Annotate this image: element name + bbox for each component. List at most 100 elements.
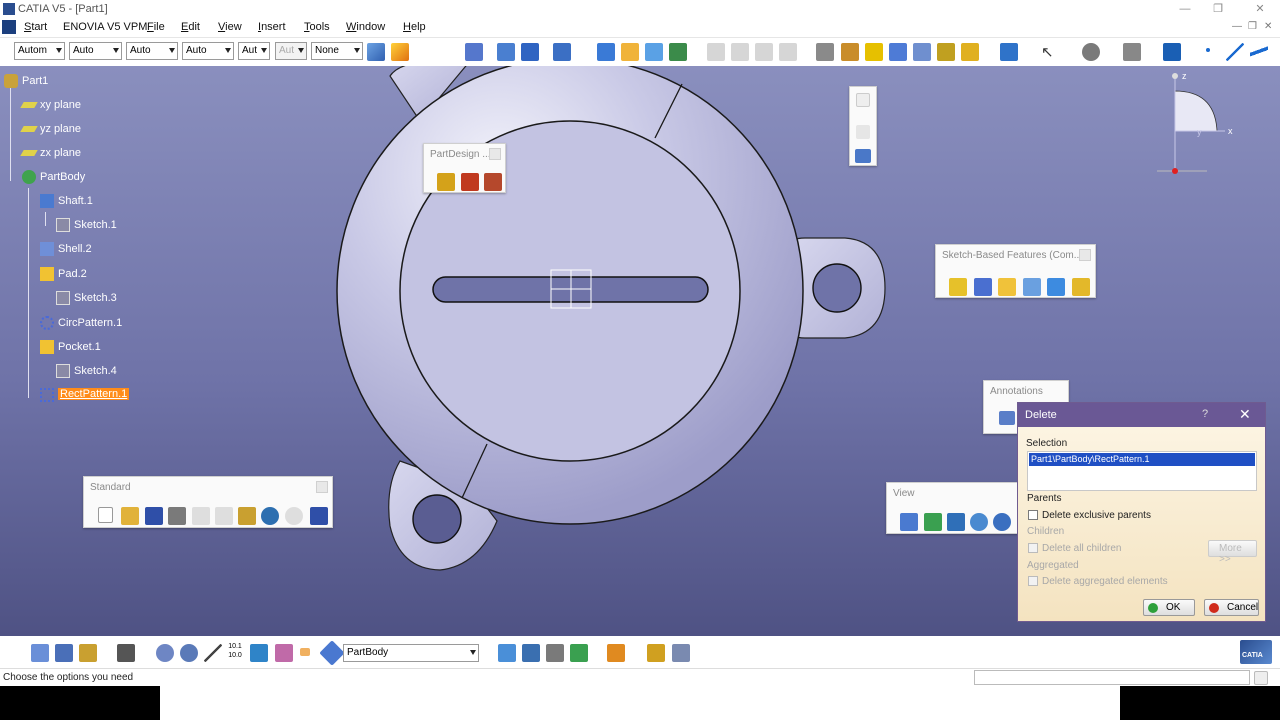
select-arrow-icon[interactable]: ↖	[1041, 43, 1059, 61]
save-icon[interactable]	[145, 507, 163, 525]
hide-show-icon[interactable]	[250, 644, 268, 662]
close-icon[interactable]: ✕	[1250, 2, 1270, 16]
layer-combo[interactable]: Aut	[275, 42, 307, 60]
minimize-icon[interactable]: —	[1175, 2, 1195, 16]
pattern-tool-icon[interactable]	[546, 644, 564, 662]
transparency-combo[interactable]: Auto	[69, 42, 122, 60]
settings-gear-icon[interactable]	[1082, 43, 1100, 61]
stiffener-feature-icon[interactable]	[1047, 278, 1065, 296]
menu-insert[interactable]: Insert	[258, 21, 286, 33]
box-icon[interactable]	[841, 43, 859, 61]
open-file-icon[interactable]	[121, 507, 139, 525]
sketch-solving-icon[interactable]	[55, 644, 73, 662]
rotate-icon[interactable]	[970, 513, 988, 531]
scale-icon[interactable]: 10.1 10.0	[225, 642, 245, 660]
shaft-feature-icon[interactable]	[974, 278, 992, 296]
measure-between-icon[interactable]	[647, 644, 665, 662]
sketch-edit-icon[interactable]	[1123, 43, 1141, 61]
normal-view-icon[interactable]	[156, 644, 174, 662]
annotation-text-icon[interactable]	[999, 411, 1015, 425]
zoom-in-icon[interactable]	[993, 513, 1011, 531]
swap-visible-icon[interactable]	[275, 644, 293, 662]
doc-close-icon[interactable]: ✕	[1264, 21, 1272, 32]
define-in-work-object-icon[interactable]	[319, 640, 345, 666]
assembly-icon[interactable]	[461, 173, 479, 191]
measure-item-icon[interactable]	[672, 644, 690, 662]
axis-system-icon[interactable]	[204, 644, 222, 662]
color-combo[interactable]: Autom	[14, 42, 65, 60]
paste-icon[interactable]	[238, 507, 256, 525]
boolean-icon[interactable]	[816, 43, 834, 61]
doc-restore-icon[interactable]: ❐	[1248, 21, 1257, 32]
target-icon[interactable]	[937, 43, 955, 61]
capture-icon[interactable]	[117, 644, 135, 662]
snap-icon[interactable]	[553, 43, 571, 61]
toolbar-close-button[interactable]	[489, 148, 501, 160]
grid-icon[interactable]	[521, 43, 539, 61]
line-thickness-combo[interactable]: Auto	[126, 42, 178, 60]
lock-icon[interactable]	[79, 644, 97, 662]
sketch-analysis-icon[interactable]	[31, 644, 49, 662]
knowledge-icon[interactable]	[1163, 43, 1181, 61]
undo-icon[interactable]	[261, 507, 279, 525]
sketch-tool-icon[interactable]	[855, 149, 871, 163]
menu-enovia[interactable]: ENOVIA V5 VPM	[63, 21, 147, 33]
dialog-title-bar[interactable]: Delete ? ✕	[1018, 403, 1265, 427]
menu-edit[interactable]: Edit	[181, 21, 200, 33]
menu-view[interactable]: View	[218, 21, 242, 33]
new-file-icon[interactable]	[98, 507, 113, 523]
menu-file[interactable]: File	[147, 21, 165, 33]
pad-feature-icon[interactable]	[949, 278, 967, 296]
painter-icon[interactable]	[367, 43, 385, 61]
sketcher-icon[interactable]	[497, 43, 515, 61]
pad-icon[interactable]	[597, 43, 615, 61]
more-button[interactable]: More >>	[1208, 540, 1257, 565]
pattern-icon[interactable]	[913, 43, 931, 61]
command-input[interactable]	[974, 670, 1250, 685]
power-input-icon[interactable]	[1254, 671, 1268, 685]
ok-button[interactable]: OK	[1143, 599, 1195, 616]
toolbar-close-button[interactable]	[316, 481, 328, 493]
apply-material-icon[interactable]	[607, 644, 625, 662]
dialog-help-icon[interactable]: ?	[1202, 408, 1208, 420]
rotate-view-icon[interactable]	[180, 644, 198, 662]
properties-painter-icon[interactable]	[391, 43, 409, 61]
delete-exclusive-parents-checkbox[interactable]	[1028, 510, 1038, 520]
menu-help[interactable]: Help	[403, 21, 426, 33]
dialog-close-icon[interactable]: ✕	[1239, 406, 1251, 423]
restore-icon[interactable]: ❐	[1208, 2, 1228, 16]
measure-icon[interactable]	[961, 43, 979, 61]
point-icon[interactable]	[1206, 48, 1210, 52]
menu-window[interactable]: Window	[346, 21, 385, 33]
delete-all-children-checkbox[interactable]	[1028, 543, 1038, 553]
help-icon[interactable]	[310, 507, 328, 525]
mirror-icon[interactable]	[522, 644, 540, 662]
selection-list[interactable]: Part1\PartBody\RectPattern.1	[1027, 451, 1257, 491]
fly-mode-icon[interactable]	[900, 513, 918, 531]
loft-feature-icon[interactable]	[1072, 278, 1090, 296]
plane-icon[interactable]	[1250, 43, 1268, 61]
menu-start[interactable]: Start	[24, 21, 47, 33]
surface-icon[interactable]	[621, 43, 639, 61]
rendering-style-combo[interactable]: None	[311, 42, 363, 60]
cancel-button[interactable]: Cancel	[1204, 599, 1259, 616]
menu-tools[interactable]: Tools	[304, 21, 330, 33]
partbody-combo[interactable]: PartBody	[343, 644, 479, 662]
doc-minimize-icon[interactable]: —	[1232, 21, 1242, 32]
toolbar-close-button[interactable]	[1079, 249, 1091, 261]
cylinder-icon[interactable]	[865, 43, 883, 61]
point-symbol-combo[interactable]: Aut	[238, 42, 270, 60]
line-icon[interactable]	[1226, 43, 1244, 61]
print-icon[interactable]	[168, 507, 186, 525]
rib-feature-icon[interactable]	[1023, 278, 1041, 296]
split-icon[interactable]	[889, 43, 907, 61]
constraint-icon[interactable]	[465, 43, 483, 61]
surface-design-icon[interactable]	[484, 173, 502, 191]
fit-all-icon[interactable]	[924, 513, 942, 531]
delete-aggregated-checkbox[interactable]	[1028, 576, 1038, 586]
transform-icon[interactable]	[669, 43, 687, 61]
hole-feature-icon[interactable]	[998, 278, 1016, 296]
compass-axis-icon[interactable]: z x y	[1155, 71, 1235, 181]
line-type-combo[interactable]: Auto	[182, 42, 234, 60]
scale-tool-icon[interactable]	[570, 644, 588, 662]
